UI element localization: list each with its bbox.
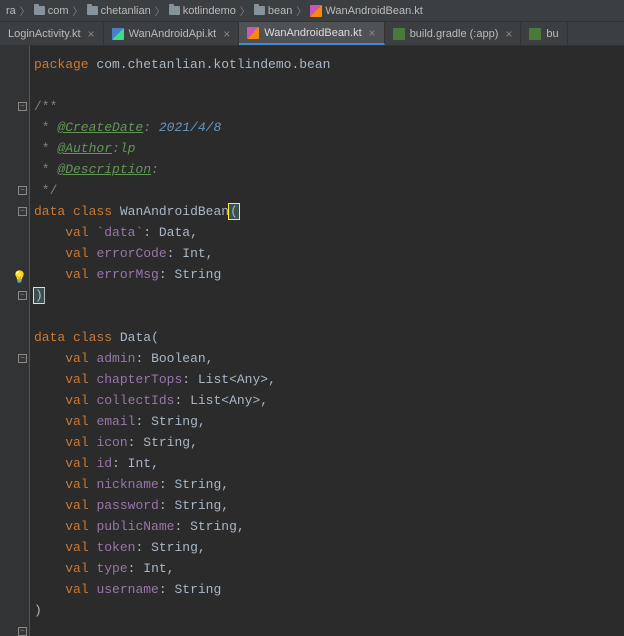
folder-icon [169,6,180,15]
breadcrumb-item[interactable]: WanAndroidBean.kt [310,5,422,17]
breadcrumb-item[interactable]: kotlindemo [169,5,236,17]
code-editor[interactable]: − − − 💡 − − − package com.chetanlian.kot… [0,46,624,636]
breadcrumb-item[interactable]: chetanlian [87,5,151,17]
chevron-right-icon: 〉 [296,3,306,18]
tab-wanandroidapi[interactable]: WanAndroidApi.kt× [104,22,240,45]
close-icon[interactable]: × [223,27,230,41]
editor-tabs: LoginActivity.kt× WanAndroidApi.kt× WanA… [0,22,624,46]
breadcrumb-item[interactable]: bean [254,5,292,17]
fold-toggle[interactable]: − [18,291,27,300]
text-caret [44,288,45,304]
fold-toggle[interactable]: − [18,207,27,216]
kotlin-file-icon [112,28,124,40]
folder-icon [87,6,98,15]
kotlin-file-icon [247,27,259,39]
gradle-file-icon [393,28,405,40]
tab-overflow[interactable]: bu [521,22,567,45]
fold-toggle[interactable]: − [18,186,27,195]
chevron-right-icon: 〉 [20,3,30,18]
kotlin-file-icon [310,5,322,17]
close-icon[interactable]: × [88,27,95,41]
lightbulb-icon[interactable]: 💡 [12,270,24,282]
close-icon[interactable]: × [505,27,512,41]
tab-buildgradle[interactable]: build.gradle (:app)× [385,22,522,45]
chevron-right-icon: 〉 [155,3,165,18]
breadcrumb-item[interactable]: com [34,5,69,17]
breadcrumb: ra 〉 com 〉 chetanlian 〉 kotlindemo 〉 bea… [0,0,624,22]
tab-wanandroidbean[interactable]: WanAndroidBean.kt× [239,22,384,45]
breadcrumb-item[interactable]: ra [6,5,16,17]
gutter: − − − 💡 − − − [0,46,30,636]
folder-icon [34,6,45,15]
chevron-right-icon: 〉 [240,3,250,18]
close-icon[interactable]: × [369,26,376,40]
folder-icon [254,6,265,15]
fold-toggle[interactable]: − [18,354,27,363]
fold-toggle[interactable]: − [18,627,27,636]
tab-loginactivity[interactable]: LoginActivity.kt× [0,22,104,45]
gradle-file-icon [529,28,541,40]
chevron-right-icon: 〉 [73,3,83,18]
code-area[interactable]: package com.chetanlian.kotlindemo.bean /… [30,46,330,636]
fold-toggle[interactable]: − [18,102,27,111]
